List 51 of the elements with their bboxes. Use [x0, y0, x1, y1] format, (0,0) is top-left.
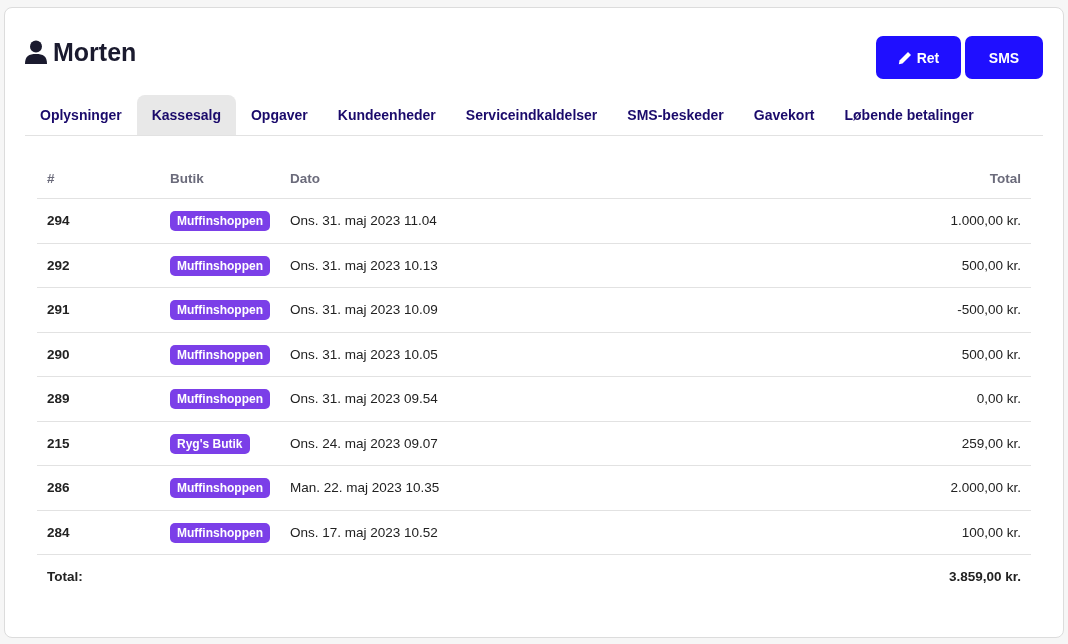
shop-tag: Muffinshoppen: [170, 300, 270, 321]
customer-name: Morten: [53, 38, 137, 67]
total-cell: -500,00 kr.: [766, 287, 1031, 332]
grand-total: 3.859,00 kr.: [766, 554, 1031, 597]
shop-tag: Ryg's Butik: [170, 433, 250, 454]
total-cell: 1.000,00 kr.: [766, 198, 1031, 243]
tab[interactable]: Gavekort: [738, 95, 830, 135]
tab[interactable]: Oplysninger: [25, 95, 137, 135]
total-cell: 500,00 kr.: [766, 332, 1031, 377]
sale-number: 291: [37, 287, 160, 332]
total-cell: 0,00 kr.: [766, 376, 1031, 421]
sale-number: 289: [37, 376, 160, 421]
column-header: #: [37, 158, 160, 199]
tab[interactable]: Kundeenheder: [322, 95, 451, 135]
pencil-icon: [897, 50, 912, 65]
sale-number: 215: [37, 421, 160, 466]
column-header: Butik: [160, 158, 280, 199]
date-cell: Ons. 31. maj 2023 10.05: [280, 332, 767, 377]
sale-number: 286: [37, 465, 160, 510]
date-cell: Man. 22. maj 2023 10.35: [280, 465, 767, 510]
date-cell: Ons. 31. maj 2023 10.13: [280, 243, 767, 288]
shop-tag: Muffinshoppen: [170, 522, 270, 543]
total-label: Total:: [37, 554, 160, 597]
shop-tag: Muffinshoppen: [170, 478, 270, 499]
date-cell: Ons. 31. maj 2023 10.09: [280, 287, 767, 332]
tab[interactable]: SMS-beskeder: [612, 95, 739, 135]
edit-button[interactable]: Ret: [876, 36, 961, 79]
date-cell: Ons. 31. maj 2023 09.54: [280, 376, 767, 421]
tab[interactable]: Kassesalg: [136, 95, 236, 135]
date-cell: Ons. 24. maj 2023 09.07: [280, 421, 767, 466]
total-cell: 2.000,00 kr.: [766, 465, 1031, 510]
total-cell: 500,00 kr.: [766, 243, 1031, 288]
shop-tag: Muffinshoppen: [170, 211, 270, 232]
sale-number: 284: [37, 510, 160, 555]
shop-tag: Muffinshoppen: [170, 389, 270, 410]
sale-number: 290: [37, 332, 160, 377]
shop-tag: Muffinshoppen: [170, 255, 270, 276]
sale-number: 292: [37, 243, 160, 288]
column-header: Total: [766, 158, 1031, 199]
total-cell: 259,00 kr.: [766, 421, 1031, 466]
total-cell: 100,00 kr.: [766, 510, 1031, 555]
date-cell: Ons. 31. maj 2023 11.04: [280, 198, 767, 243]
person-icon: [25, 40, 47, 65]
sms-button[interactable]: SMS: [965, 36, 1043, 79]
tab[interactable]: Serviceindkaldelser: [450, 95, 613, 135]
tab[interactable]: Opgaver: [235, 95, 323, 135]
column-header: Dato: [280, 158, 767, 199]
sale-number: 294: [37, 198, 160, 243]
shop-tag: Muffinshoppen: [170, 344, 270, 365]
tab[interactable]: Løbende betalinger: [829, 95, 989, 135]
date-cell: Ons. 17. maj 2023 10.52: [280, 510, 767, 555]
